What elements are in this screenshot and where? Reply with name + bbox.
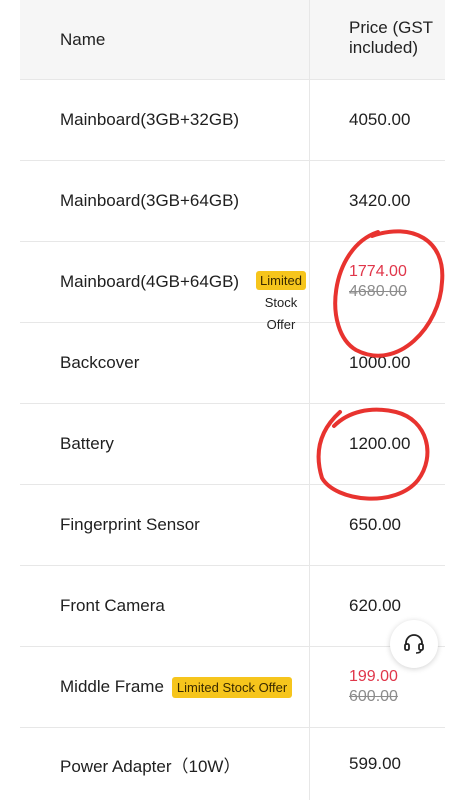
table-row: Battery 1200.00 — [20, 404, 445, 485]
column-divider — [309, 161, 310, 241]
column-divider — [309, 566, 310, 646]
badge-line-1: Limited — [256, 271, 306, 290]
part-name: Battery — [60, 434, 114, 453]
table-row: Middle Frame Limited Stock Offer 199.00 … — [20, 647, 445, 728]
part-name: Mainboard(3GB+32GB) — [60, 110, 240, 129]
sale-price: 1774.00 — [349, 263, 407, 280]
original-price: 4680.00 — [349, 283, 407, 300]
part-name: Power Adapter（10W） — [60, 756, 241, 776]
part-price: 599.00 — [349, 754, 401, 773]
table-row: Front Camera 620.00 — [20, 566, 445, 647]
column-divider — [309, 80, 310, 160]
part-name: Mainboard(3GB+64GB) — [60, 191, 240, 210]
part-price: 4050.00 — [349, 110, 411, 129]
table-row: Fingerprint Sensor 650.00 — [20, 485, 445, 566]
sale-price: 199.00 — [349, 668, 398, 685]
part-name: Fingerprint Sensor — [60, 515, 200, 534]
column-divider — [309, 485, 310, 565]
part-price: 1200.00 — [349, 434, 411, 453]
original-price: 600.00 — [349, 688, 398, 705]
column-divider — [309, 404, 310, 484]
part-name-text: Middle Frame — [60, 677, 164, 696]
table-row: Power Adapter（10W） 599.00 — [20, 728, 445, 800]
badge-line-2: Stock — [264, 295, 298, 310]
part-name: Mainboard(4GB+64GB) — [60, 272, 240, 291]
customer-support-button[interactable] — [390, 620, 438, 668]
table-header: Name Price (GST included) — [20, 0, 445, 80]
part-price: 650.00 — [349, 515, 401, 534]
column-header-price: Price (GST included) — [349, 18, 433, 57]
part-name: Front Camera — [60, 596, 165, 615]
part-name: Middle Frame Limited Stock Offer — [60, 647, 293, 727]
table-row: Backcover 1000.00 — [20, 323, 445, 404]
column-header-name: Name — [60, 29, 106, 49]
price-stack: 1774.00 4680.00 — [349, 262, 407, 302]
part-price: 3420.00 — [349, 191, 411, 210]
headset-icon — [404, 634, 424, 654]
column-divider — [309, 323, 310, 403]
price-stack: 199.00 600.00 — [349, 667, 398, 707]
part-price: 1000.00 — [349, 353, 411, 372]
column-divider — [309, 647, 310, 727]
column-divider — [309, 728, 310, 800]
column-divider — [309, 0, 310, 79]
table-row: Mainboard(4GB+64GB) Limited Stock Offer … — [20, 242, 445, 332]
table-row: Mainboard(3GB+32GB) 4050.00 — [20, 80, 445, 161]
part-name: Backcover — [60, 353, 140, 372]
limited-stock-badge: Limited Stock Offer — [171, 676, 293, 698]
table-row: Mainboard(3GB+64GB) 3420.00 — [20, 161, 445, 242]
price-list-screen: Name Price (GST included) Mainboard(3GB+… — [0, 0, 465, 800]
column-divider — [309, 242, 310, 322]
